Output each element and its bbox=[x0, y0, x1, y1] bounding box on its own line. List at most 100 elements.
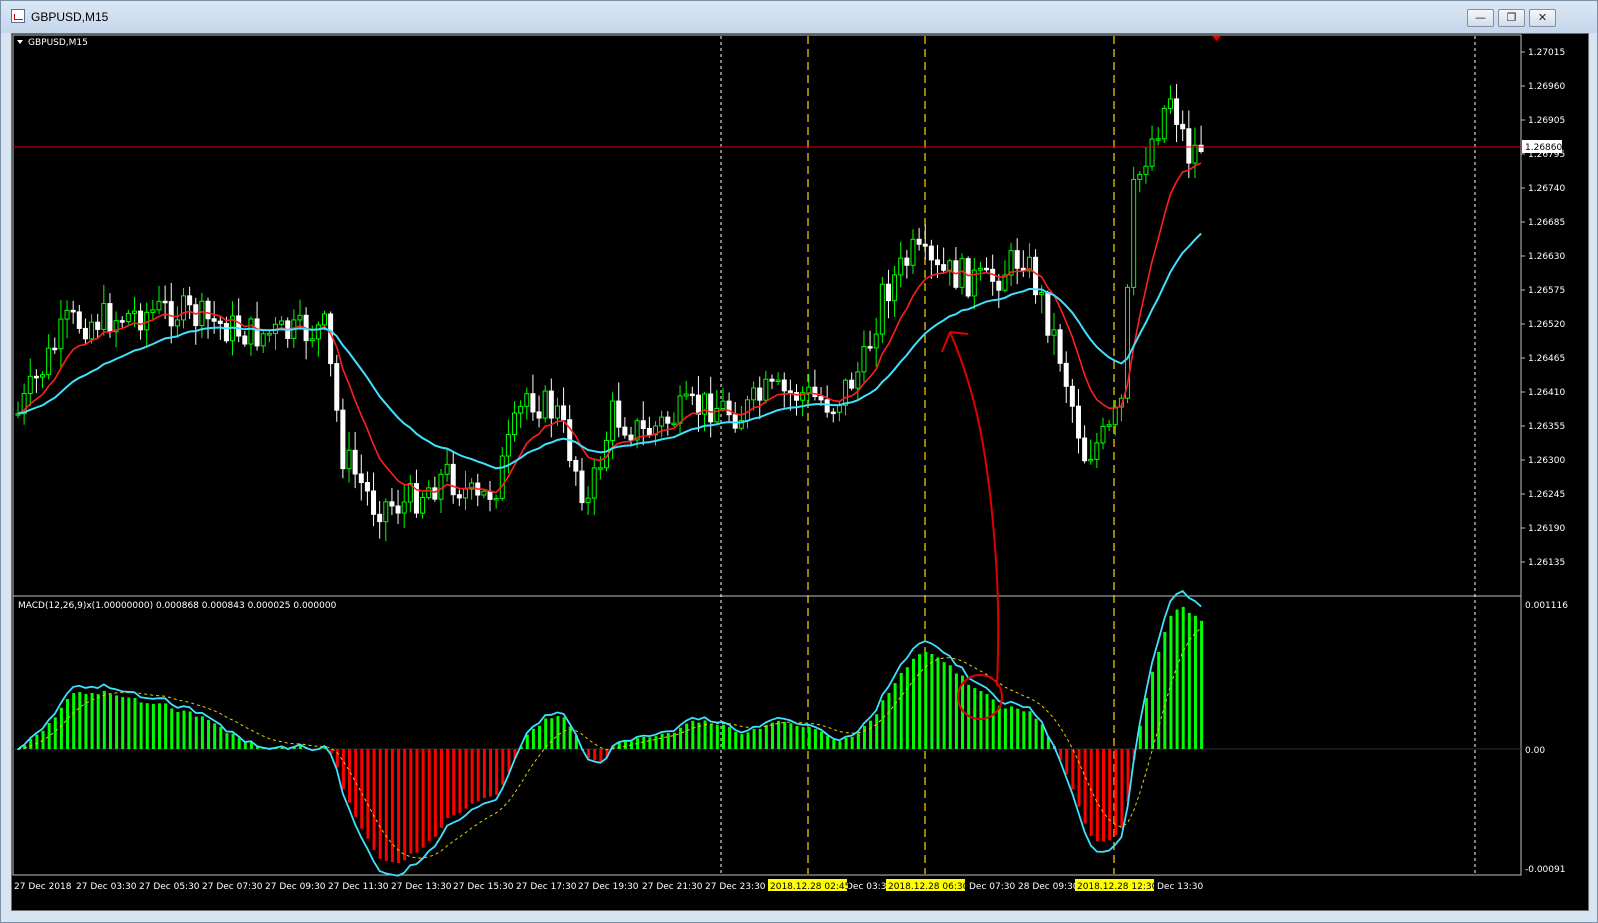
candle-body bbox=[879, 283, 885, 335]
macd-bar bbox=[1144, 697, 1148, 749]
macd-bar bbox=[1016, 708, 1020, 749]
candle-body bbox=[1143, 165, 1149, 175]
candle-body bbox=[150, 309, 156, 313]
candle-body bbox=[892, 274, 898, 302]
candle-body bbox=[744, 399, 750, 422]
macd-bar bbox=[427, 749, 431, 841]
candle-body bbox=[254, 318, 260, 347]
price-tick-label: 1.26795 bbox=[1528, 150, 1565, 160]
time-label: Dec 07:30 bbox=[969, 882, 1015, 892]
candle-body bbox=[542, 390, 548, 419]
candle-body bbox=[867, 346, 873, 349]
candle-body bbox=[1112, 406, 1118, 426]
candle-body bbox=[266, 333, 272, 336]
candle-body bbox=[58, 318, 64, 350]
macd-bar bbox=[832, 739, 836, 749]
macd-bar bbox=[53, 717, 57, 749]
candle-body bbox=[910, 238, 916, 266]
close-icon: ✕ bbox=[1537, 11, 1548, 24]
candle-body bbox=[849, 379, 855, 389]
candle-body bbox=[168, 301, 174, 327]
macd-bar bbox=[801, 727, 805, 749]
candle-body bbox=[1045, 291, 1051, 336]
macd-bar bbox=[538, 725, 542, 749]
candle-body bbox=[505, 434, 511, 457]
macd-bar bbox=[341, 749, 345, 790]
candle-body bbox=[371, 490, 377, 515]
candle-body bbox=[315, 324, 321, 340]
macd-bar bbox=[850, 736, 854, 749]
candle-body bbox=[426, 487, 432, 499]
candle-body bbox=[830, 411, 836, 415]
price-tick-label: 1.26410 bbox=[1528, 388, 1565, 398]
candle-body bbox=[46, 347, 52, 376]
macd-bar bbox=[433, 749, 437, 837]
candle-body bbox=[769, 378, 775, 382]
macd-bar bbox=[783, 721, 787, 749]
macd-bar bbox=[1010, 706, 1014, 749]
candle-body bbox=[438, 473, 444, 500]
candle-body bbox=[456, 494, 462, 499]
candle-body bbox=[935, 259, 940, 266]
macd-bar bbox=[826, 736, 830, 749]
macd-bar bbox=[813, 729, 817, 749]
time-label: 27 Dec 07:30 bbox=[202, 882, 263, 892]
macd-bar bbox=[795, 726, 799, 749]
title-bar[interactable]: GBPUSD,M15 — ❐ ✕ bbox=[1, 1, 1597, 33]
price-tick-label: 1.26465 bbox=[1528, 354, 1565, 364]
macd-bar bbox=[421, 749, 425, 848]
macd-bar bbox=[446, 749, 450, 819]
macd-bar bbox=[1089, 749, 1093, 836]
macd-bar bbox=[157, 703, 161, 749]
macd-bar bbox=[207, 719, 211, 749]
price-tick-label: 1.26740 bbox=[1528, 184, 1565, 194]
candle-body bbox=[217, 320, 223, 325]
time-label: 27 Dec 19:30 bbox=[578, 882, 639, 892]
candle-body bbox=[757, 387, 763, 401]
macd-bar bbox=[642, 736, 646, 749]
macd-bar bbox=[593, 749, 597, 761]
macd-bar bbox=[679, 727, 683, 749]
candle-body bbox=[450, 463, 456, 496]
macd-bar bbox=[942, 662, 946, 749]
candle-body bbox=[70, 309, 76, 313]
candle-body bbox=[524, 393, 530, 407]
macd-tick-bottom: -0.00091 bbox=[1525, 865, 1565, 875]
candle-body bbox=[518, 405, 524, 414]
macd-bar bbox=[182, 710, 186, 749]
candle-body bbox=[211, 318, 217, 322]
candle-body bbox=[616, 400, 622, 428]
candle-body bbox=[340, 409, 346, 470]
macd-bar bbox=[1102, 749, 1106, 842]
minimize-button[interactable]: — bbox=[1467, 9, 1494, 27]
candle-body bbox=[536, 411, 542, 419]
macd-bar bbox=[752, 729, 756, 749]
macd-bar bbox=[1077, 749, 1081, 807]
macd-bar bbox=[59, 707, 63, 749]
price-tick-label: 1.26630 bbox=[1528, 252, 1565, 262]
candle-body bbox=[916, 238, 922, 245]
price-chart[interactable]: 1.26860 1.27015 1.26960 1.26905 1.26795 1.26… bbox=[11, 33, 1589, 911]
time-marker-label: 2018.12.28 12:30 bbox=[1077, 882, 1158, 892]
chart-canvas[interactable]: 1.26860 1.270151.269601.269051.267951.26… bbox=[12, 34, 1590, 912]
candle-body bbox=[751, 387, 757, 401]
candle-body bbox=[279, 320, 285, 325]
candle-body bbox=[873, 333, 879, 349]
time-label: 27 Dec 15:30 bbox=[453, 882, 514, 892]
macd-bar bbox=[151, 703, 155, 749]
macd-bar bbox=[709, 724, 713, 749]
price-tick-label: 1.26575 bbox=[1528, 286, 1565, 296]
candle-body bbox=[1094, 442, 1100, 460]
macd-bar bbox=[893, 683, 897, 749]
candle-body bbox=[763, 378, 769, 401]
close-button[interactable]: ✕ bbox=[1529, 9, 1556, 27]
restore-button[interactable]: ❐ bbox=[1498, 9, 1525, 27]
macd-bar bbox=[231, 733, 235, 749]
candle-body bbox=[1174, 98, 1180, 125]
macd-bar bbox=[1003, 708, 1007, 749]
macd-bar bbox=[648, 737, 652, 749]
candle-body bbox=[561, 405, 567, 421]
symbol-dropdown-icon[interactable] bbox=[17, 40, 23, 44]
macd-bar bbox=[954, 673, 958, 749]
candle-body bbox=[512, 412, 518, 436]
